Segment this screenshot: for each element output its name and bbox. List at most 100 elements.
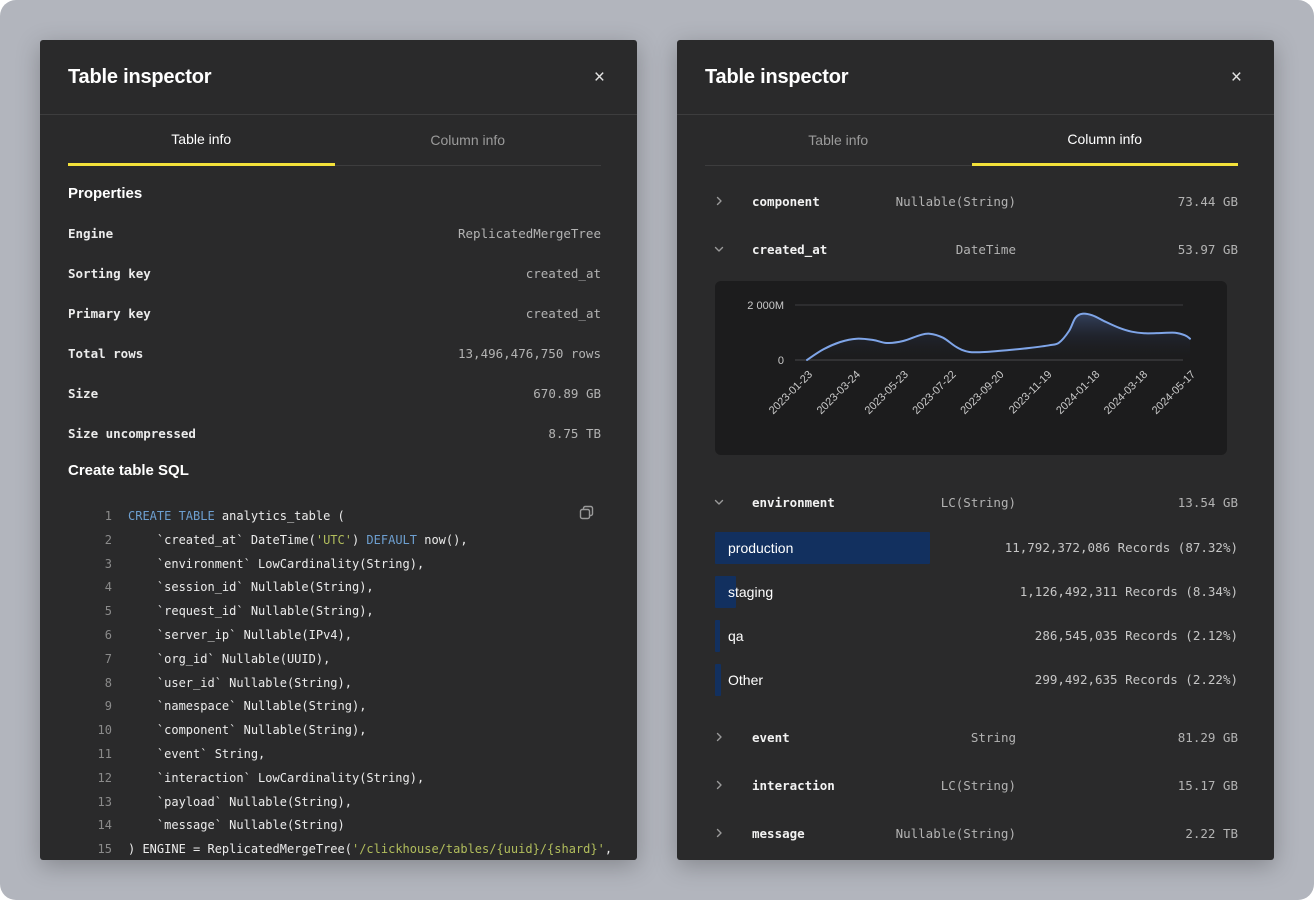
dialog-header: Table inspector ×: [677, 40, 1274, 115]
value-record-count: 1,126,492,311 Records (8.34%): [1020, 570, 1238, 614]
property-label: Size uncompressed: [68, 426, 196, 441]
sql-line: 2 `created_at` DateTime('UTC') DEFAULT n…: [68, 529, 601, 553]
line-code: `environment` LowCardinality(String),: [128, 553, 424, 577]
sql-line: 7 `org_id` Nullable(UUID),: [68, 648, 601, 672]
value-row-production: production 11,792,372,086 Records (87.32%…: [715, 526, 1238, 570]
column-row-created-at[interactable]: created_atDateTime53.97 GB: [705, 225, 1238, 273]
chevron-down-icon[interactable]: [713, 243, 725, 255]
svg-text:2023-07-22: 2023-07-22: [910, 369, 958, 417]
column-type: LC(String): [835, 778, 1016, 793]
chevron-right-icon[interactable]: [713, 731, 725, 743]
column-row-event[interactable]: eventString81.29 GB: [705, 713, 1238, 761]
property-label: Engine: [68, 226, 113, 241]
column-row-component[interactable]: componentNullable(String)73.44 GB: [705, 177, 1238, 225]
sql-line: 10 `component` Nullable(String),: [68, 719, 601, 743]
line-number: 10: [68, 719, 112, 743]
value-record-count: 299,492,635 Records (2.22%): [1035, 658, 1238, 702]
property-row-sorting-key: Sorting keycreated_at: [68, 253, 601, 293]
svg-text:2023-03-24: 2023-03-24: [815, 369, 863, 417]
line-number: 1: [68, 505, 112, 529]
property-row-total-rows: Total rows13,496,476,750 rows: [68, 333, 601, 373]
property-value: 8.75 TB: [548, 426, 601, 441]
column-size: 15.17 GB: [1016, 778, 1238, 793]
table-info-content: Properties Engine ReplicatedMergeTree Sort…: [40, 166, 637, 860]
dialog-title: Table inspector: [68, 66, 211, 89]
line-number: 3: [68, 553, 112, 577]
tab-column-info[interactable]: Column info: [972, 115, 1239, 166]
line-number: 8: [68, 672, 112, 696]
column-type: String: [790, 730, 1016, 745]
svg-text:2024-05-17: 2024-05-17: [1150, 369, 1198, 417]
tab-table-info[interactable]: Table info: [705, 115, 972, 166]
column-name: event: [752, 730, 790, 745]
column-size: 13.54 GB: [1016, 495, 1238, 510]
value-row-staging: staging1,126,492,311 Records (8.34%): [715, 570, 1238, 614]
svg-text:2 000M: 2 000M: [747, 300, 784, 312]
value-label: qa: [728, 614, 744, 658]
sql-line: 6 `server_ip` Nullable(IPv4),: [68, 624, 601, 648]
value-row-other: Other299,492,635 Records (2.22%): [715, 658, 1238, 702]
line-number: 12: [68, 767, 112, 791]
column-type: Nullable(String): [820, 194, 1016, 209]
tab-table-info[interactable]: Table info: [68, 115, 335, 166]
copy-sql-button[interactable]: [576, 502, 597, 526]
tab-bar: Table infoColumn info: [68, 115, 601, 166]
created-at-distribution-chart: 2 000M02023-01-232023-03-242023-05-23202…: [715, 281, 1227, 455]
chevron-right-icon[interactable]: [713, 195, 725, 207]
line-code: `component` Nullable(String),: [128, 719, 366, 743]
dialog-title: Table inspector: [705, 66, 848, 89]
dialog-header: Table inspector ×: [40, 40, 637, 115]
create-table-sql-heading: Create table SQL: [68, 461, 601, 481]
line-number: 9: [68, 695, 112, 719]
close-icon[interactable]: ×: [1227, 66, 1246, 89]
line-code: `session_id` Nullable(String),: [128, 576, 374, 600]
line-code: `namespace` Nullable(String),: [128, 695, 366, 719]
line-number: 13: [68, 791, 112, 815]
value-frequency-bar: [715, 620, 720, 652]
line-code: `server_ip` Nullable(IPv4),: [128, 624, 352, 648]
column-name: interaction: [752, 778, 835, 793]
tab-column-info[interactable]: Column info: [335, 115, 602, 166]
svg-text:2023-09-20: 2023-09-20: [958, 369, 1006, 417]
line-number: 7: [68, 648, 112, 672]
column-size: 53.97 GB: [1016, 242, 1238, 257]
property-label: Primary key: [68, 306, 151, 321]
line-number: 6: [68, 624, 112, 648]
column-row-interaction[interactable]: interactionLC(String)15.17 GB: [705, 761, 1238, 809]
svg-text:2024-03-18: 2024-03-18: [1102, 369, 1150, 417]
sql-line: 15) ENGINE = ReplicatedMergeTree('/click…: [68, 838, 601, 860]
property-row-size: Size670.89 GB: [68, 373, 601, 413]
sql-line: 3 `environment` LowCardinality(String),: [68, 553, 601, 577]
property-value: created_at: [526, 266, 601, 281]
column-row-message[interactable]: messageNullable(String)2.22 TB: [705, 809, 1238, 857]
chevron-right-icon[interactable]: [713, 779, 725, 791]
chevron-down-icon[interactable]: [713, 496, 725, 508]
table-inspector-dialog-table-info: Table inspector × Table infoColumn info …: [40, 40, 637, 860]
line-code: CREATE TABLE analytics_table (: [128, 505, 345, 529]
sql-line: 5 `request_id` Nullable(String),: [68, 600, 601, 624]
svg-text:2023-05-23: 2023-05-23: [863, 369, 911, 417]
sql-code-block: 1 CREATE TABLE analytics_table (2 `create…: [68, 494, 601, 860]
close-icon[interactable]: ×: [590, 66, 609, 89]
column-size: 73.44 GB: [1016, 194, 1238, 209]
value-record-count: 11,792,372,086 Records (87.32%): [1005, 526, 1238, 570]
line-number: 4: [68, 576, 112, 600]
backdrop: Table inspector × Table infoColumn info …: [0, 0, 1314, 900]
column-type: Nullable(String): [805, 826, 1016, 841]
column-list: componentNullable(String)73.44 GBcreated…: [677, 166, 1274, 857]
column-size: 81.29 GB: [1016, 730, 1238, 745]
properties-heading: Properties: [68, 166, 601, 204]
svg-text:2023-01-23: 2023-01-23: [767, 369, 815, 417]
chevron-right-icon[interactable]: [713, 827, 725, 839]
copy-icon: [578, 509, 595, 524]
svg-text:2023-11-19: 2023-11-19: [1007, 369, 1055, 417]
line-code: `org_id` Nullable(UUID),: [128, 648, 330, 672]
value-record-count: 286,545,035 Records (2.12%): [1035, 614, 1238, 658]
sql-line: 9 `namespace` Nullable(String),: [68, 695, 601, 719]
property-value: ReplicatedMergeTree: [458, 226, 601, 241]
sql-line: 14 `message` Nullable(String): [68, 814, 601, 838]
line-number: 2: [68, 529, 112, 553]
column-row-environment[interactable]: environmentLC(String)13.54 GB: [705, 478, 1238, 526]
value-label: production: [728, 526, 793, 570]
line-number: 15: [68, 838, 112, 860]
